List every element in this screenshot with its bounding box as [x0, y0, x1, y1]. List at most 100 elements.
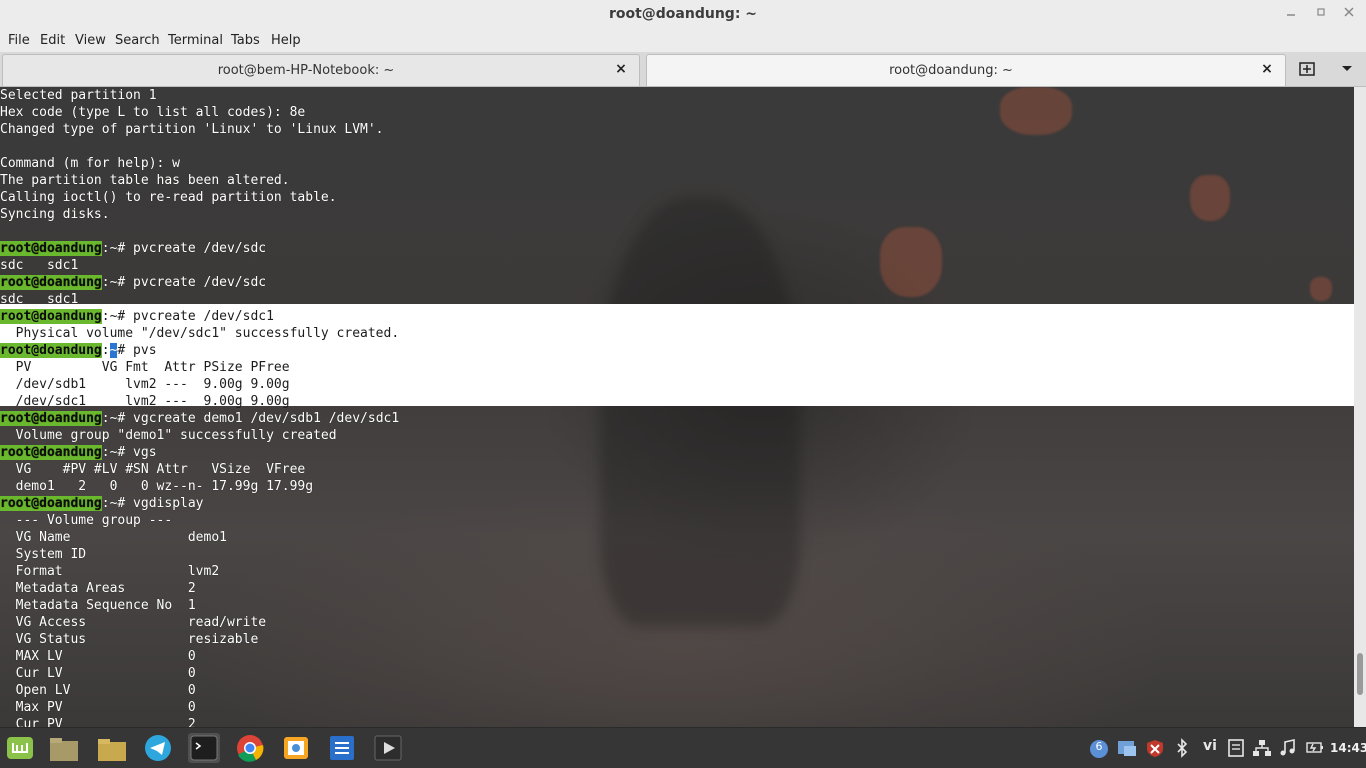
folder-launcher[interactable]: [96, 733, 128, 763]
menu-view[interactable]: View: [75, 33, 106, 48]
output-line: VG #PV #LV #SN Attr VSize VFree: [0, 461, 1354, 478]
output-text: Syncing disks.: [0, 207, 110, 222]
menu-tabs[interactable]: Tabs: [231, 33, 260, 48]
image-viewer-launcher[interactable]: [280, 733, 312, 763]
taskbar: 6 vi 14:43: [0, 727, 1366, 768]
command-text: pvcreate /dev/sdc: [125, 241, 267, 256]
output-text: sdc sdc1: [0, 292, 79, 307]
output-line: The partition table has been altered.: [0, 172, 1354, 189]
menu-help[interactable]: Help: [271, 33, 301, 48]
sound-button[interactable]: [1278, 738, 1298, 758]
telegram-launcher[interactable]: [142, 733, 174, 763]
bluetooth-button[interactable]: [1172, 738, 1192, 758]
output-text: Metadata Sequence No 1: [0, 598, 196, 613]
tab-menu-button[interactable]: [1340, 61, 1356, 77]
output-line: Syncing disks.: [0, 206, 1354, 223]
output-text: demo1 2 0 0 wz--n- 17.99g 17.99g: [0, 479, 314, 494]
output-line: /dev/sdb1 lvm2 --- 9.00g 9.00g: [0, 376, 1354, 393]
output-line: PV VG Fmt Attr PSize PFree: [0, 359, 1354, 376]
chrome-launcher[interactable]: [234, 733, 266, 763]
output-text: Changed type of partition 'Linux' to 'Li…: [0, 122, 384, 137]
output-line: Open LV 0: [0, 682, 1354, 699]
media-player-launcher[interactable]: [372, 733, 404, 763]
output-line: sdc sdc1: [0, 291, 1354, 308]
close-window-button[interactable]: [1339, 5, 1359, 23]
output-line: Command (m for help): w: [0, 155, 1354, 172]
power-button[interactable]: [1304, 738, 1324, 758]
prompt-user: root@doandung: [0, 445, 102, 460]
tab-close-icon[interactable]: ×: [613, 61, 629, 79]
output-text: Max PV 0: [0, 700, 196, 715]
terminal-scrollbar[interactable]: [1354, 87, 1366, 727]
update-manager-button[interactable]: 6: [1088, 738, 1110, 758]
keyboard-layout[interactable]: vi: [1199, 738, 1221, 758]
notes-icon: [1228, 739, 1244, 757]
menu-terminal[interactable]: Terminal: [168, 33, 223, 48]
new-tab-icon: [1299, 62, 1315, 76]
output-text: --- Volume group ---: [0, 513, 173, 528]
network-manager-button[interactable]: [1116, 738, 1138, 758]
output-line: Format lvm2: [0, 563, 1354, 580]
output-text: Hex code (type L to list all codes): 8e: [0, 105, 306, 120]
files-icon: [50, 738, 78, 761]
command-text: vgs: [125, 445, 157, 460]
clock[interactable]: 14:43: [1330, 741, 1366, 755]
command-text: pvcreate /dev/sdc: [125, 275, 267, 290]
window-titlebar[interactable]: root@doandung: ~: [0, 0, 1366, 30]
prompt-suffix: :~#: [101, 275, 126, 290]
terminal-view[interactable]: Selected partition 1 Hex code (type L to …: [0, 87, 1354, 727]
output-text: PV VG Fmt Attr PSize PFree: [0, 360, 290, 375]
output-line: VG Name demo1: [0, 529, 1354, 546]
mint-menu-icon: [7, 737, 33, 759]
minimize-button[interactable]: [1281, 5, 1301, 23]
security-button[interactable]: [1144, 738, 1166, 758]
output-line: Metadata Sequence No 1: [0, 597, 1354, 614]
mint-menu-button[interactable]: [4, 733, 36, 763]
tab-close-icon[interactable]: ×: [1259, 61, 1275, 79]
terminal-icon: [190, 735, 218, 761]
output-text: VG Access read/write: [0, 615, 267, 630]
output-text: Selected partition 1: [0, 88, 157, 103]
prompt-user: root@doandung: [0, 275, 102, 290]
output-text: Cur LV 0: [0, 666, 196, 681]
output-line: Physical volume "/dev/sdc1" successfully…: [0, 325, 1354, 342]
menu-edit[interactable]: Edit: [40, 33, 65, 48]
output-line: Hex code (type L to list all codes): 8e: [0, 104, 1354, 121]
battery-icon: [1306, 742, 1323, 753]
output-text: Cur PV 2: [0, 717, 196, 727]
document-icon: [330, 736, 354, 760]
bluetooth-icon: [1177, 738, 1188, 758]
prompt-user: root@doandung: [0, 411, 102, 426]
prompt-suffix: :~#: [101, 411, 126, 426]
network-button[interactable]: [1252, 738, 1272, 758]
command-text: pvcreate /dev/sdc1: [125, 309, 274, 324]
output-text: VG Name demo1: [0, 530, 227, 545]
terminal-launcher[interactable]: [188, 733, 220, 763]
new-tab-button[interactable]: [1298, 60, 1320, 80]
tab-doandung[interactable]: root@doandung: ~ ×: [646, 54, 1286, 86]
document-launcher[interactable]: [326, 733, 358, 763]
menu-search[interactable]: Search: [115, 33, 160, 48]
notes-button[interactable]: [1226, 738, 1246, 758]
prompt-suffix: :~#: [101, 241, 126, 256]
output-text: System ID: [0, 547, 87, 562]
menu-file[interactable]: File: [8, 33, 30, 48]
chrome-icon: [237, 735, 264, 762]
output-text: Format lvm2: [0, 564, 220, 579]
notification-count: 6: [1095, 740, 1103, 753]
network-icon: [1253, 740, 1271, 756]
files-launcher[interactable]: [48, 733, 80, 763]
scrollbar-thumb[interactable]: [1357, 653, 1363, 695]
output-text: VG Status resizable: [0, 632, 259, 647]
output-text: MAX LV 0: [0, 649, 196, 664]
prompt-suffix: :~#: [101, 343, 126, 358]
tab-bem-hp-notebook[interactable]: root@bem-HP-Notebook: ~ ×: [2, 54, 640, 86]
output-line: Cur LV 0: [0, 665, 1354, 682]
output-line: VG Status resizable: [0, 631, 1354, 648]
restore-button[interactable]: [1311, 5, 1331, 23]
output-text: Calling ioctl() to re-read partition tab…: [0, 190, 337, 205]
command-line: root@doandung:~# vgcreate demo1 /dev/sdb…: [0, 410, 1354, 427]
command-line: root@doandung:~# pvcreate /dev/sdc1: [0, 308, 1354, 325]
output-text: Volume group "demo1" successfully create…: [0, 428, 337, 443]
output-text: /dev/sdc1 lvm2 --- 9.00g 9.00g: [0, 394, 290, 409]
